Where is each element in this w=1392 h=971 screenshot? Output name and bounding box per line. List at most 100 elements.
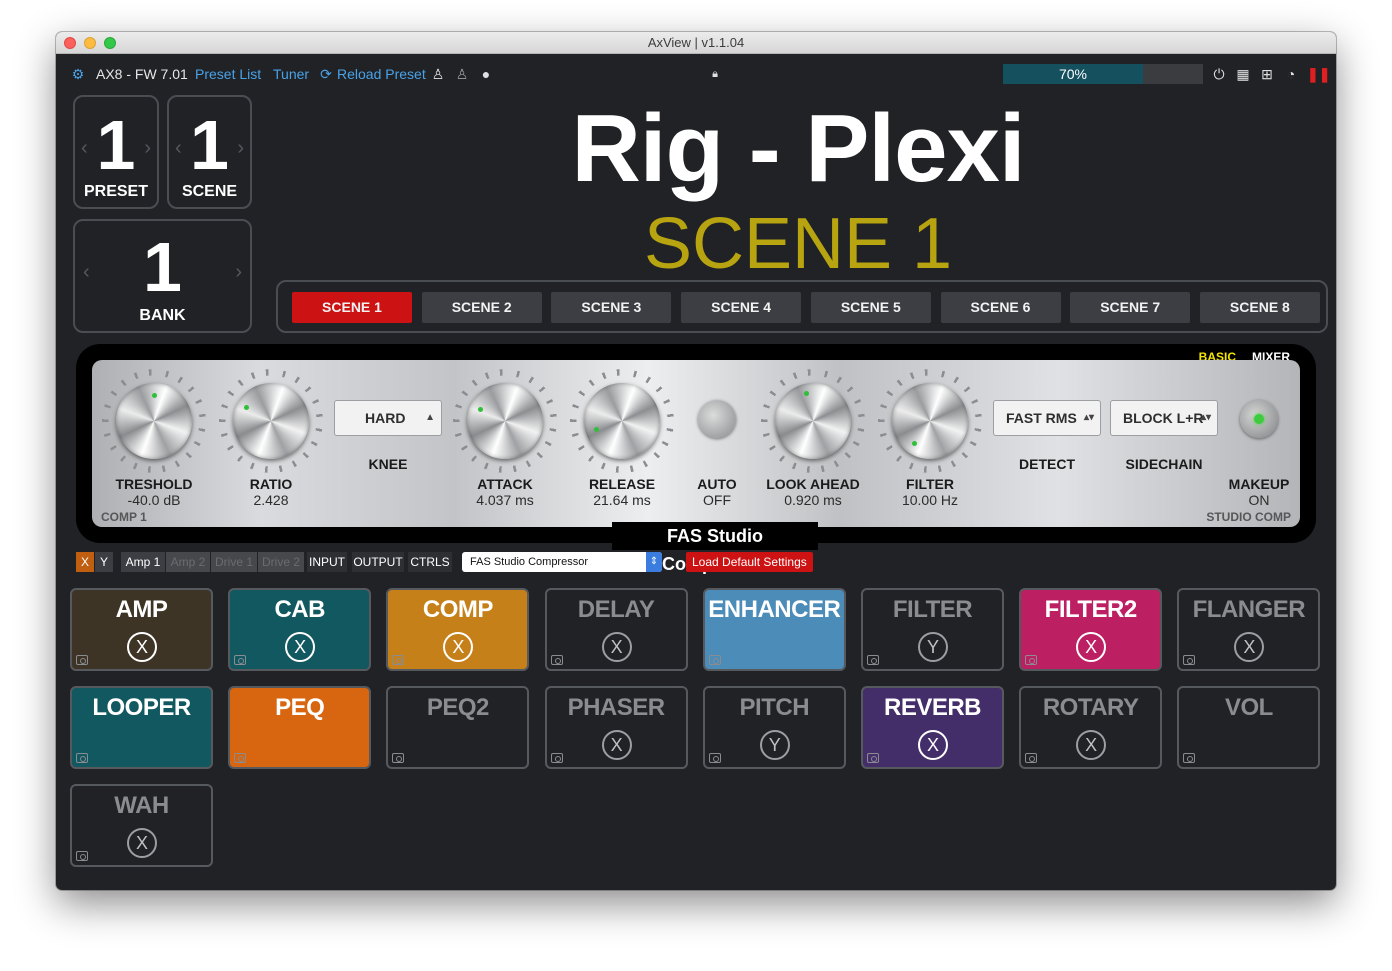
makeup-toggle[interactable] [1240, 400, 1278, 438]
xy-toggle[interactable]: X [918, 730, 948, 760]
block-vol[interactable]: VOL [1177, 686, 1321, 769]
amp2-button[interactable]: Amp 2 [166, 552, 210, 572]
block-rotary[interactable]: ROTARY X [1019, 686, 1163, 769]
block-filter2[interactable]: FILTER2 X [1019, 588, 1163, 671]
sidechain-select[interactable]: BLOCK L+R ▴▾ [1110, 400, 1218, 436]
xy-toggle[interactable]: Y [759, 730, 790, 760]
block-reverb[interactable]: REVERB X [861, 686, 1004, 769]
ctrls-button[interactable]: CTRLS [408, 552, 452, 572]
auto-toggle[interactable] [698, 400, 736, 438]
block-phaser[interactable]: PHASER X [544, 686, 688, 769]
drive1-button[interactable]: Drive 1 [211, 552, 257, 572]
snapshot-icon[interactable] [392, 655, 405, 665]
snapshot-icon[interactable] [76, 655, 88, 665]
block-peq2[interactable]: PEQ2 [386, 686, 530, 769]
reload-preset-link[interactable]: Reload Preset [337, 66, 426, 82]
power-icon[interactable]: ⏻ [1211, 66, 1227, 82]
y-channel-button[interactable]: Y [95, 552, 113, 572]
ratio-knob[interactable] [233, 383, 309, 459]
block-filter[interactable]: FILTER Y [861, 588, 1004, 671]
bank-counter[interactable]: ‹ › 1 BANK [73, 219, 252, 333]
snapshot-icon[interactable] [76, 753, 88, 763]
scene-counter[interactable]: ‹ › 1 SCENE [167, 95, 252, 209]
block-enhancer[interactable]: ENHANCER [702, 588, 846, 671]
attack-knob[interactable] [467, 383, 543, 459]
xy-toggle[interactable]: X [285, 632, 316, 662]
look-ahead-knob[interactable] [775, 383, 851, 459]
block-name: AMP [115, 596, 168, 623]
block-peq[interactable]: PEQ [228, 686, 372, 769]
snapshot-icon[interactable] [76, 851, 88, 861]
snapshot-icon[interactable] [234, 753, 247, 763]
snapshot-icon[interactable] [1025, 753, 1038, 763]
scene-button-1[interactable]: SCENE 1 [292, 292, 412, 323]
scene-button-7[interactable]: SCENE 7 [1070, 292, 1191, 323]
pause-icon[interactable]: ❚❚ [1307, 66, 1330, 82]
block-delay[interactable]: DELAY X [544, 588, 688, 671]
scene-button-3[interactable]: SCENE 3 [551, 292, 672, 323]
metronome-icon[interactable]: ♙ [430, 66, 446, 82]
threshold-knob[interactable] [116, 383, 192, 459]
scene-button-6[interactable]: SCENE 6 [940, 292, 1061, 323]
block-cab[interactable]: CAB X [228, 588, 372, 671]
snapshot-icon[interactable] [867, 753, 879, 763]
scene-button-2[interactable]: SCENE 2 [421, 292, 542, 323]
look-ahead-label: LOOK AHEAD [766, 476, 860, 492]
snapshot-icon[interactable] [1183, 655, 1196, 665]
tuner-link[interactable]: Tuner [273, 66, 309, 82]
block-flanger[interactable]: FLANGER X [1177, 588, 1321, 671]
xy-toggle[interactable]: X [1076, 632, 1107, 662]
snapshot-icon[interactable] [550, 753, 563, 763]
snapshot-icon[interactable] [1183, 753, 1196, 763]
block-wah[interactable]: WAH X [70, 784, 213, 867]
xy-toggle[interactable]: Y [918, 632, 948, 662]
filter-knob[interactable] [892, 383, 968, 459]
speedometer-icon[interactable]: ◔ [1283, 66, 1299, 82]
attack-value: 4.037 ms [476, 492, 534, 508]
block-pitch[interactable]: PITCH Y [702, 686, 846, 769]
makeup-value: ON [1248, 492, 1270, 508]
snapshot-icon[interactable] [392, 753, 405, 763]
snapshot-icon[interactable] [708, 655, 721, 665]
block-select[interactable]: FAS Studio Compressor ⇕ [462, 552, 662, 572]
snapshot-icon[interactable] [1025, 655, 1038, 665]
block-looper[interactable]: LOOPER [70, 686, 213, 769]
input-button[interactable]: INPUT [307, 552, 347, 572]
metronome-alt-icon[interactable]: ♙ [454, 66, 470, 82]
routing-icon[interactable]: ⊞ [1259, 66, 1275, 82]
xy-toggle[interactable]: X [601, 730, 632, 760]
calendar-icon[interactable]: ▦ [1235, 66, 1251, 82]
release-knob[interactable] [584, 383, 660, 459]
detect-select[interactable]: FAST RMS ▴▾ [993, 400, 1101, 436]
xy-toggle[interactable]: X [443, 632, 474, 662]
xy-toggle[interactable]: X [1234, 632, 1265, 662]
preset-name: Rig - Plexi [571, 95, 1025, 202]
output-button[interactable]: OUTPUT [352, 552, 404, 572]
snapshot-icon[interactable] [867, 655, 879, 665]
scene-button-8[interactable]: SCENE 8 [1199, 292, 1320, 323]
load-default-button[interactable]: Load Default Settings [686, 552, 813, 572]
xy-toggle[interactable]: X [601, 632, 632, 662]
xy-toggle[interactable]: X [1076, 730, 1107, 760]
snapshot-icon[interactable] [708, 753, 721, 763]
drive2-button[interactable]: Drive 2 [258, 552, 304, 572]
xy-toggle[interactable]: X [127, 632, 157, 662]
scene-button-5[interactable]: SCENE 5 [810, 292, 931, 323]
settings-gears-icon[interactable]: ⚙ [70, 66, 86, 82]
snapshot-icon[interactable] [234, 655, 247, 665]
reload-icon[interactable]: ⟳ [318, 66, 334, 82]
preset-counter[interactable]: ‹ › 1 PRESET [73, 95, 159, 209]
scene-name: SCENE 1 [643, 204, 953, 284]
preset-list-link[interactable]: Preset List [195, 66, 261, 82]
xy-toggle[interactable]: X [127, 828, 157, 858]
block-amp[interactable]: AMP X [70, 588, 213, 671]
lock-icon[interactable]: 🔒︎ [707, 66, 723, 82]
snapshot-icon[interactable] [550, 655, 563, 665]
x-channel-button[interactable]: X [76, 552, 94, 572]
knee-select[interactable]: HARD ▲ [334, 400, 442, 436]
block-comp[interactable]: COMP X [386, 588, 530, 671]
midi-icon[interactable]: ● [478, 66, 494, 82]
knee-label: KNEE [368, 456, 408, 472]
amp1-button[interactable]: Amp 1 [121, 552, 165, 572]
scene-button-4[interactable]: SCENE 4 [681, 292, 802, 323]
